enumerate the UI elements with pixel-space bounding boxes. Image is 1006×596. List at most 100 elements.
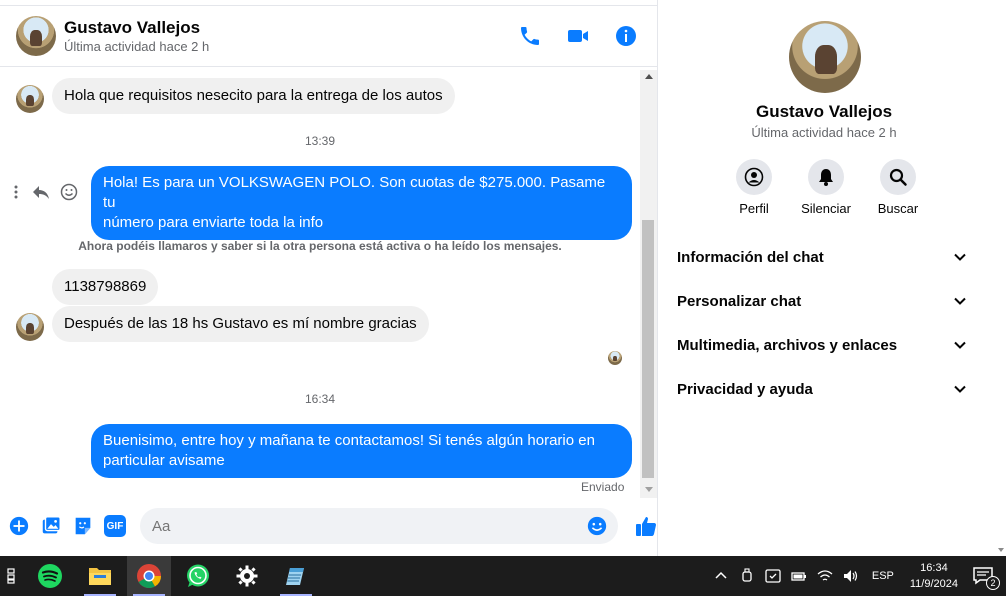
chat-column: Gustavo Vallejos Última actividad hace 2… [0,0,658,556]
notepad-icon [286,568,304,585]
windows-taskbar: ESP 16:34 11/9/2024 2 [0,556,1006,596]
chrome-icon [137,564,161,589]
phone-icon[interactable] [518,24,542,48]
message-line: particular avisame [103,452,225,469]
reply-icon[interactable] [32,184,50,200]
usb-device-icon[interactable] [739,568,755,584]
notification-center-button[interactable]: 2 [972,564,1000,590]
chevron-down-icon [954,253,966,261]
chevron-up-icon[interactable] [713,568,729,584]
composer: GIF [0,505,658,547]
language-indicator[interactable]: ESP [872,570,894,582]
chevron-down-icon [954,297,966,305]
section-media-files-links[interactable]: Multimedia, archivos y enlaces [667,323,977,367]
clock-date: 11/9/2024 [909,578,958,590]
clock[interactable]: 16:34 11/9/2024 [910,560,958,592]
panel-actions: Perfil Silenciar Buscar [729,159,923,216]
contact-info[interactable]: Gustavo Vallejos Última actividad hace 2… [64,18,209,54]
scroll-down-arrow[interactable] [645,487,653,492]
info-icon[interactable] [614,24,638,48]
search-icon [889,168,907,186]
section-chat-info[interactable]: Información del chat [667,235,977,279]
chevron-down-icon [954,341,966,349]
taskbar-file-explorer[interactable] [78,556,122,596]
panel-avatar[interactable] [789,21,861,93]
message-list[interactable]: Hola que requisitos nesecito para la ent… [0,70,640,498]
panel-contact-status: Última actividad hace 2 h [751,125,897,140]
read-receipt-avatar [608,351,622,365]
message-line: número para enviarte toda la info [103,214,324,231]
image-icon[interactable] [40,515,62,537]
delivery-status: Enviado [581,480,625,494]
gif-icon[interactable]: GIF [104,515,126,537]
panel-scroll-down-arrow[interactable] [998,548,1004,552]
profile-button[interactable]: Perfil [729,159,779,216]
battery-icon[interactable] [791,568,807,584]
message-scrollbar[interactable] [640,70,657,498]
security-icon[interactable] [765,568,781,584]
task-view-icon [7,568,15,584]
incoming-message[interactable]: Después de las 18 hs Gustavo es mí nombr… [52,306,429,342]
profile-button-circle[interactable] [736,159,772,195]
taskbar-notepad[interactable] [274,556,318,596]
mute-button-circle[interactable] [808,159,844,195]
profile-icon [744,167,764,187]
taskbar-spotify[interactable] [28,556,72,596]
conversation-info-panel: Gustavo Vallejos Última actividad hace 2… [659,5,1006,556]
wifi-icon[interactable] [817,568,833,584]
video-icon[interactable] [566,24,590,48]
incoming-message[interactable]: Hola que requisitos nesecito para la ent… [52,78,455,114]
settings-icon [236,565,258,587]
taskbar-whatsapp[interactable] [176,556,220,596]
thumbs-up-icon[interactable] [634,514,658,538]
system-notice: Ahora podéis llamaros y saber si la otra… [78,239,562,253]
scroll-up-arrow[interactable] [645,74,653,79]
contact-avatar-small [16,313,44,341]
section-label: Información del chat [677,248,824,266]
system-tray: ESP 16:34 11/9/2024 2 [708,556,1006,596]
section-customize-chat[interactable]: Personalizar chat [667,279,977,323]
search-label: Buscar [877,201,919,216]
timestamp-separator: 16:34 [304,392,336,406]
gif-label: GIF [106,520,124,532]
taskbar-chrome[interactable] [127,556,171,596]
notification-count-badge: 2 [986,576,1000,590]
section-label: Personalizar chat [677,292,802,310]
chat-header: Gustavo Vallejos Última actividad hace 2… [0,5,658,67]
message-actions [10,183,78,201]
messenger-window: Gustavo Vallejos Última actividad hace 2… [0,0,1006,596]
react-emoji-icon[interactable] [60,183,78,201]
section-privacy-help[interactable]: Privacidad y ayuda [667,367,977,411]
plus-icon[interactable] [8,515,30,537]
message-input-wrap [136,508,618,544]
task-view-button[interactable] [0,556,30,596]
sticker-icon[interactable] [72,515,94,537]
scrollbar-thumb[interactable] [642,220,654,478]
clock-time: 16:34 [920,562,948,574]
outgoing-message[interactable]: Buenisimo, entre hoy y mañana te contact… [91,424,632,478]
search-button-circle[interactable] [880,159,916,195]
more-options-icon[interactable] [10,184,22,200]
contact-name[interactable]: Gustavo Vallejos [64,18,209,38]
section-label: Privacidad y ayuda [677,380,813,398]
volume-icon[interactable] [843,568,859,584]
message-line: Buenisimo, entre hoy y mañana te contact… [103,432,595,449]
spotify-icon [38,564,62,588]
section-label: Multimedia, archivos y enlaces [677,336,898,354]
profile-label: Perfil [739,201,769,216]
panel-sections: Información del chat Personalizar chat M… [667,235,977,411]
emoji-icon[interactable] [586,515,608,537]
contact-avatar[interactable] [16,16,56,56]
incoming-message[interactable]: 1138798869 [52,269,159,305]
mute-label: Silenciar [801,201,851,216]
chevron-down-icon [954,385,966,393]
message-line: Hola! Es para un VOLKSWAGEN POLO. Son cu… [103,174,606,211]
contact-avatar-small [16,85,44,113]
header-actions [518,24,638,48]
taskbar-settings[interactable] [225,556,269,596]
search-button[interactable]: Buscar [873,159,923,216]
panel-contact-name: Gustavo Vallejos [755,102,893,121]
message-input[interactable] [140,508,618,544]
outgoing-message[interactable]: Hola! Es para un VOLKSWAGEN POLO. Son cu… [91,166,632,240]
mute-button[interactable]: Silenciar [801,159,851,216]
